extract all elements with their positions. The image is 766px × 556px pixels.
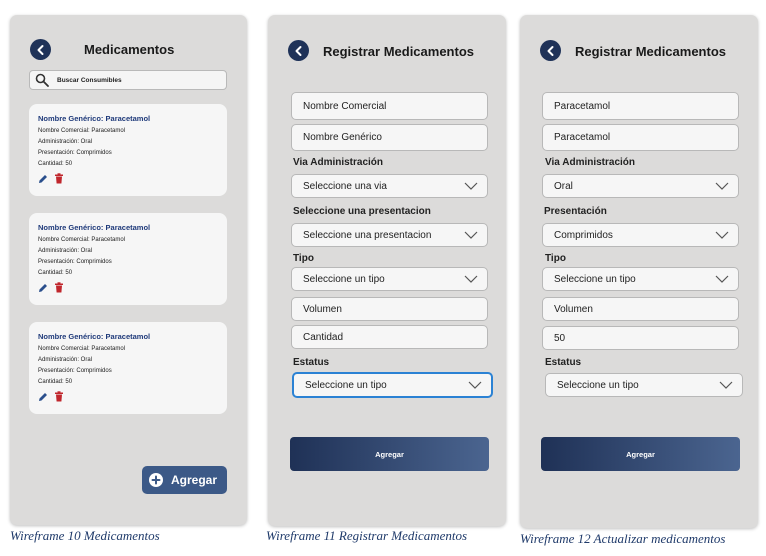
add-button[interactable]: Agregar (142, 466, 227, 494)
card-title: Nombre Genérico: Paracetamol (38, 223, 151, 232)
cantidad-field[interactable]: 50 (542, 326, 739, 350)
pencil-icon[interactable] (38, 282, 48, 293)
chevron-down-icon (715, 275, 729, 283)
trash-icon[interactable] (54, 282, 64, 293)
chevron-left-icon (295, 45, 301, 56)
via-administracion-select[interactable]: Oral (542, 174, 739, 198)
nombre-comercial-field[interactable]: Paracetamol (542, 92, 739, 120)
card-title: Nombre Genérico: Paracetamol (38, 114, 151, 123)
tipo-value: Seleccione un tipo (554, 273, 636, 285)
chevron-down-icon (719, 381, 733, 389)
screen-medicamentos: Medicamentos Buscar Consumibles Nombre G… (10, 15, 247, 525)
page-title: Registrar Medicamentos (575, 44, 726, 59)
chevron-down-icon (468, 381, 482, 389)
estatus-select[interactable]: Seleccione un tipo (292, 372, 493, 398)
presentacion-select[interactable]: Comprimidos (542, 223, 739, 247)
chevron-left-icon (547, 45, 553, 56)
nombre-generico-field[interactable]: Nombre Genérico (291, 124, 488, 151)
screen-actualizar: Registrar Medicamentos Paracetamol Parac… (520, 15, 758, 528)
back-button[interactable] (30, 39, 51, 60)
card-administracion: Administración: Oral (38, 248, 93, 254)
caption-wireframe-10: Wireframe 10 Medicamentos (10, 528, 160, 543)
estatus-label: Estatus (293, 357, 330, 368)
card-nombre-comercial: Nombre Comercial: Paracetamol (38, 128, 126, 134)
list-item[interactable]: Nombre Genérico: Paracetamol Nombre Come… (29, 322, 227, 414)
estatus-value: Seleccione un tipo (305, 379, 387, 391)
search-input[interactable]: Buscar Consumibles (29, 70, 227, 90)
estatus-select[interactable]: Seleccione un tipo (545, 373, 743, 397)
pencil-icon[interactable] (38, 391, 48, 402)
trash-icon[interactable] (54, 391, 64, 402)
caption-wireframe-12: Wireframe 12 Actualizar medicamentos (520, 531, 726, 546)
chevron-down-icon (464, 275, 478, 283)
card-title: Nombre Genérico: Paracetamol (38, 332, 151, 341)
tipo-label: Tipo (293, 253, 314, 264)
card-nombre-comercial: Nombre Comercial: Paracetamol (38, 237, 126, 243)
tipo-value: Seleccione un tipo (303, 273, 385, 285)
via-administracion-value: Seleccione una via (303, 180, 387, 192)
search-icon (35, 73, 49, 87)
back-button[interactable] (288, 40, 309, 61)
screen-registrar: Registrar Medicamentos Nombre Comercial … (268, 15, 506, 526)
volumen-field[interactable]: Volumen (291, 297, 488, 321)
add-button-label: Agregar (171, 473, 218, 487)
nombre-generico-field[interactable]: Paracetamol (542, 124, 739, 151)
list-item[interactable]: Nombre Genérico: Paracetamol Nombre Come… (29, 104, 227, 196)
page-title: Registrar Medicamentos (323, 44, 474, 59)
card-cantidad: Cantidad: 50 (38, 379, 73, 385)
presentacion-select[interactable]: Seleccione una presentacion (291, 223, 488, 247)
estatus-label: Estatus (545, 357, 582, 368)
caption-wireframe-11: Wireframe 11 Registrar Medicamentos (266, 528, 468, 543)
card-administracion: Administración: Oral (38, 139, 93, 145)
nombre-comercial-field[interactable]: Nombre Comercial (291, 92, 488, 120)
plus-icon (149, 473, 163, 487)
chevron-down-icon (464, 231, 478, 239)
card-nombre-comercial: Nombre Comercial: Paracetamol (38, 346, 126, 352)
pencil-icon[interactable] (38, 173, 48, 184)
via-administracion-label: Via Administración (545, 157, 636, 168)
agregar-button[interactable]: Agregar (541, 437, 740, 471)
tipo-label: Tipo (545, 253, 566, 264)
card-presentacion: Presentación: Comprimidos (38, 150, 112, 156)
page-title: Medicamentos (84, 42, 175, 57)
card-cantidad: Cantidad: 50 (38, 161, 73, 167)
presentacion-value: Comprimidos (554, 229, 613, 241)
list-item[interactable]: Nombre Genérico: Paracetamol Nombre Come… (29, 213, 227, 305)
via-administracion-label: Via Administración (293, 157, 384, 168)
chevron-left-icon (37, 44, 43, 55)
tipo-select[interactable]: Seleccione un tipo (291, 267, 488, 291)
card-presentacion: Presentación: Comprimidos (38, 368, 112, 374)
cantidad-field[interactable]: Cantidad (291, 325, 488, 349)
card-cantidad: Cantidad: 50 (38, 270, 73, 276)
volumen-field[interactable]: Volumen (542, 297, 739, 321)
via-administracion-value: Oral (554, 180, 573, 192)
presentacion-label: Seleccione una presentacion (293, 206, 431, 217)
chevron-down-icon (464, 182, 478, 190)
chevron-down-icon (715, 182, 729, 190)
card-administracion: Administración: Oral (38, 357, 93, 363)
estatus-value: Seleccione un tipo (557, 379, 639, 391)
tipo-select[interactable]: Seleccione un tipo (542, 267, 739, 291)
back-button[interactable] (540, 40, 561, 61)
agregar-button[interactable]: Agregar (290, 437, 489, 471)
via-administracion-select[interactable]: Seleccione una via (291, 174, 488, 198)
card-presentacion: Presentación: Comprimidos (38, 259, 112, 265)
chevron-down-icon (715, 231, 729, 239)
trash-icon[interactable] (54, 173, 64, 184)
presentacion-value: Seleccione una presentacion (303, 229, 432, 241)
presentacion-label: Presentación (544, 206, 607, 217)
search-placeholder: Buscar Consumibles (57, 76, 122, 84)
